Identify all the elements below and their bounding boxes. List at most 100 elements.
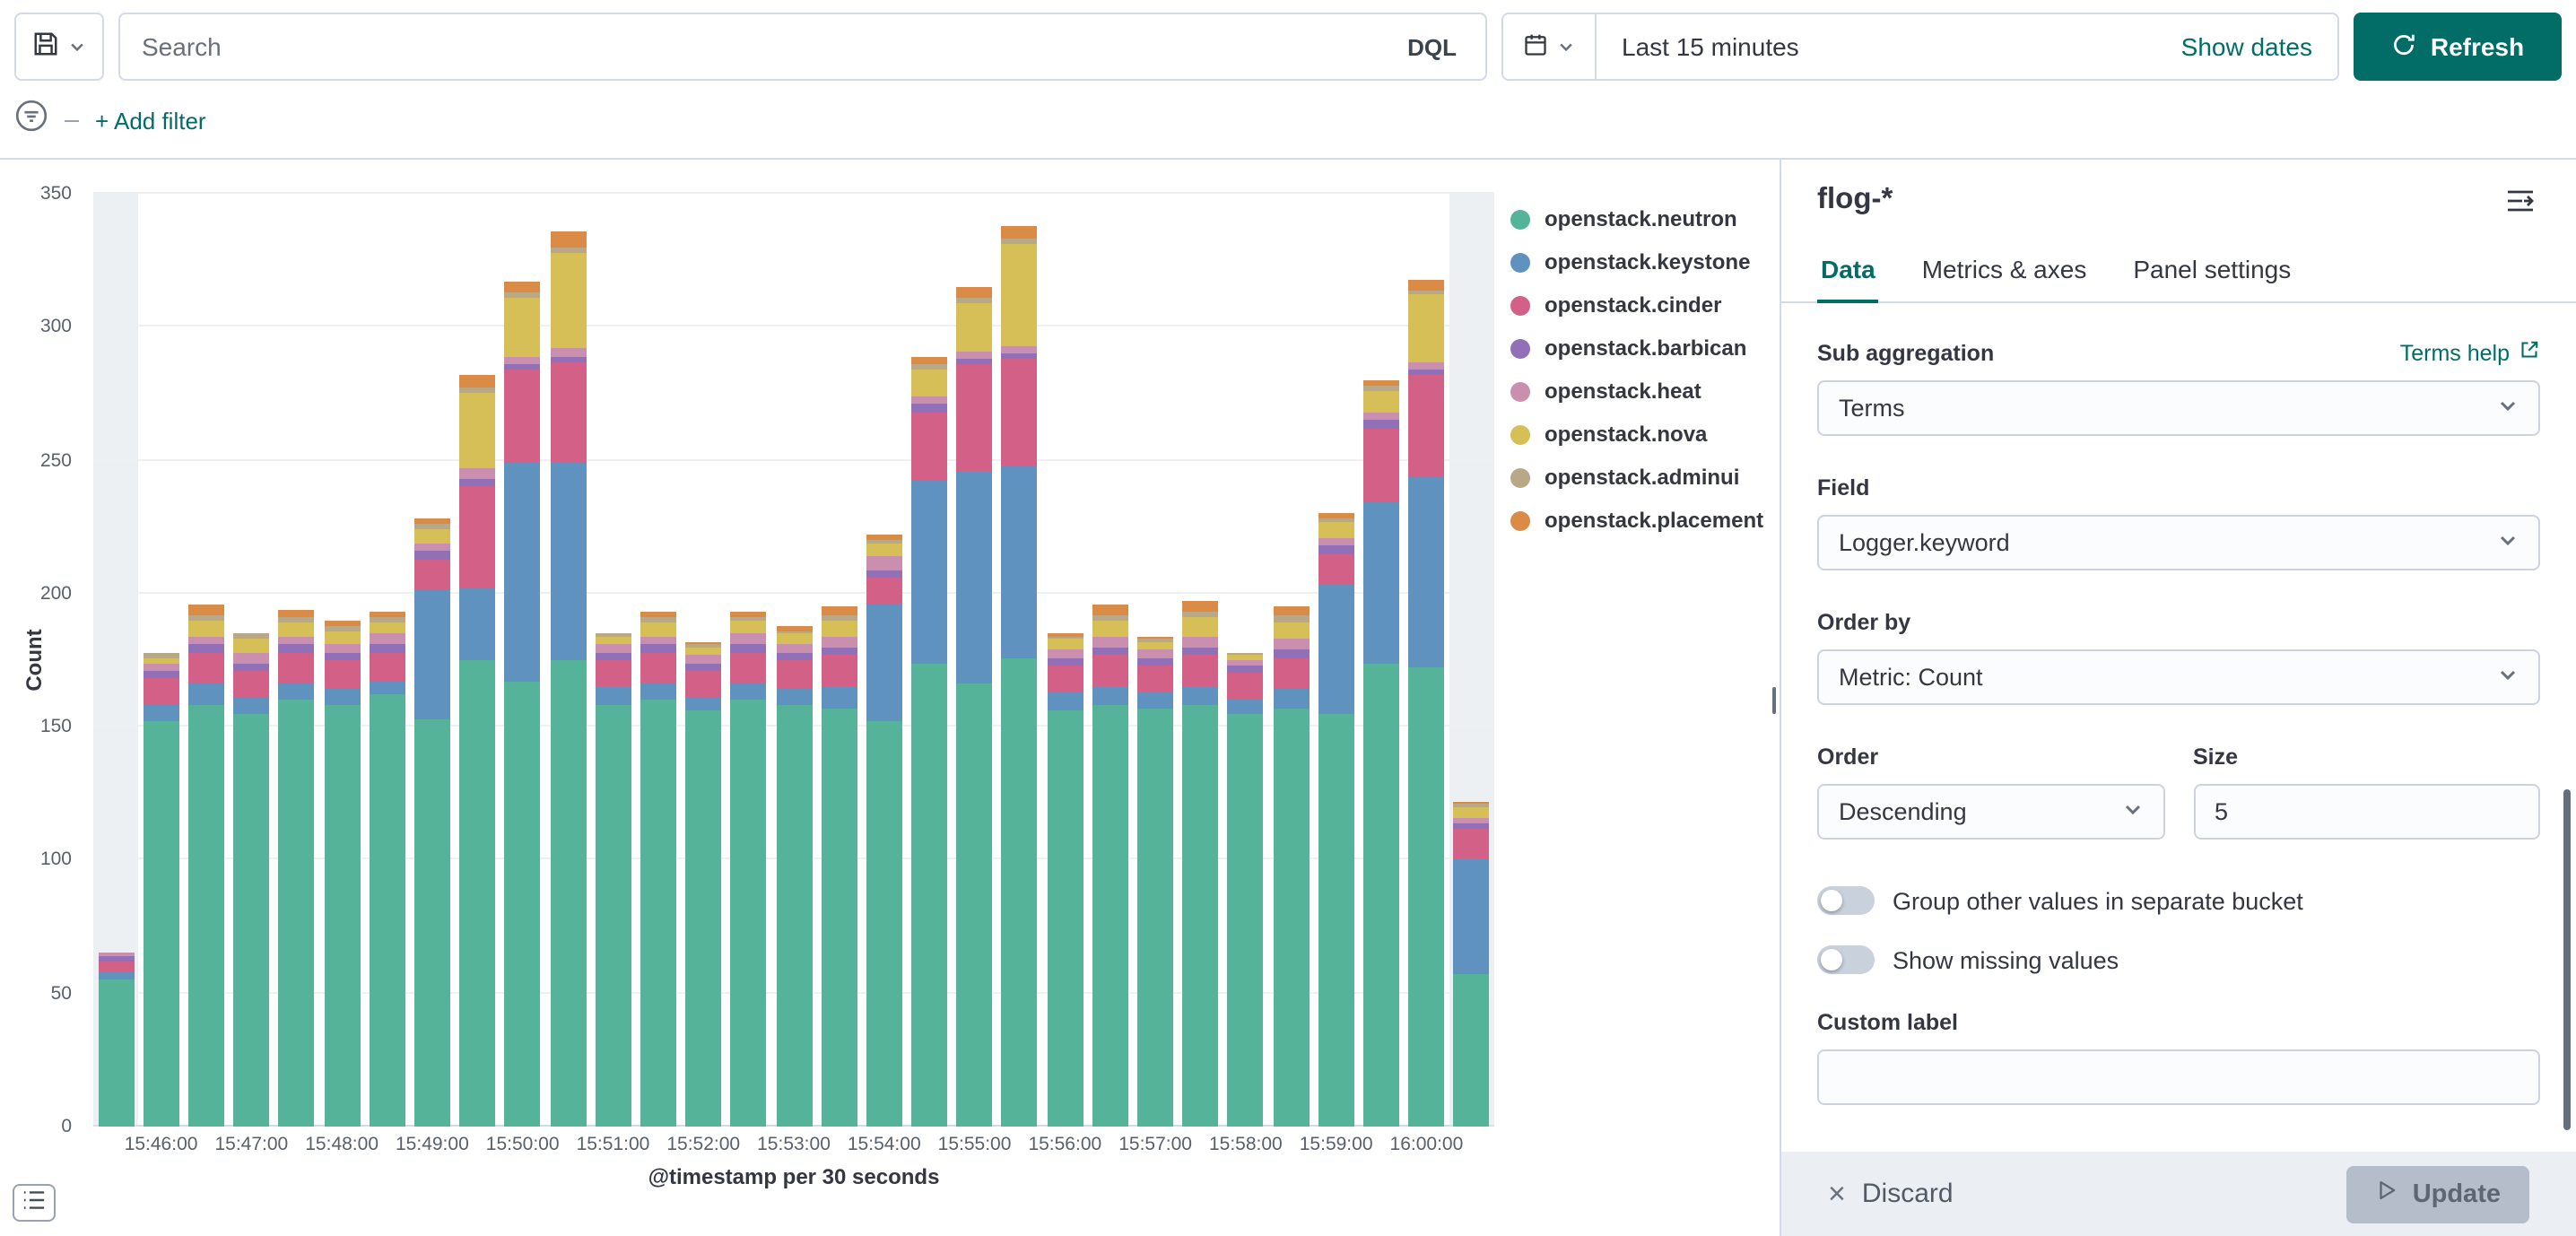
bar-segment[interactable] xyxy=(279,622,315,636)
bar-segment[interactable] xyxy=(414,529,450,543)
toggle-switch[interactable] xyxy=(1817,886,1875,915)
bar-segment[interactable] xyxy=(550,463,586,660)
bar-segment[interactable] xyxy=(640,613,676,618)
bar-segment[interactable] xyxy=(640,701,676,1127)
bar-segment[interactable] xyxy=(1182,618,1218,637)
bar-segment[interactable] xyxy=(1363,421,1399,429)
bar-segment[interactable] xyxy=(1318,545,1354,553)
bar-segment[interactable] xyxy=(1182,647,1218,655)
bar-segment[interactable] xyxy=(98,962,134,972)
bar-segment[interactable] xyxy=(1273,690,1309,709)
bar-segment[interactable] xyxy=(1363,503,1399,663)
bar-segment[interactable] xyxy=(279,610,315,618)
legend-item[interactable]: openstack.nova xyxy=(1510,413,1763,456)
bar-segment[interactable] xyxy=(1092,655,1128,687)
bar-segment[interactable] xyxy=(776,652,812,660)
bar-segment[interactable] xyxy=(324,690,360,706)
bar-segment[interactable] xyxy=(370,652,405,682)
order-select[interactable]: Descending xyxy=(1817,784,2164,840)
bar-segment[interactable] xyxy=(1002,353,1038,359)
bar-segment[interactable] xyxy=(1228,701,1264,714)
bar-segment[interactable] xyxy=(1408,375,1444,476)
bar-segment[interactable] xyxy=(731,684,767,701)
legend-toggle-button[interactable] xyxy=(13,1184,56,1222)
bar-segment[interactable] xyxy=(279,636,315,644)
bar-segment[interactable] xyxy=(1092,620,1128,636)
bar-segment[interactable] xyxy=(1047,692,1083,711)
bar-segment[interactable] xyxy=(505,463,541,682)
bar-segment[interactable] xyxy=(144,657,179,663)
bar-segment[interactable] xyxy=(370,695,405,1127)
bar-segment[interactable] xyxy=(370,617,405,622)
collapse-panel-button[interactable] xyxy=(2501,183,2540,219)
bar-segment[interactable] xyxy=(98,953,134,956)
size-input[interactable] xyxy=(2193,784,2540,840)
legend-item[interactable]: openstack.adminui xyxy=(1510,456,1763,499)
bar-segment[interactable] xyxy=(1182,636,1218,647)
bar-segment[interactable] xyxy=(1228,655,1264,660)
bar-segment[interactable] xyxy=(821,607,857,615)
bar-segment[interactable] xyxy=(957,298,993,303)
bar-segment[interactable] xyxy=(505,370,541,463)
bar-segment[interactable] xyxy=(1047,666,1083,692)
bar-segment[interactable] xyxy=(640,617,676,622)
bar-segment[interactable] xyxy=(188,684,224,706)
bar-segment[interactable] xyxy=(776,631,812,633)
bar-segment[interactable] xyxy=(1182,706,1218,1127)
bar-segment[interactable] xyxy=(1137,641,1173,649)
bar-segment[interactable] xyxy=(1137,709,1173,1127)
bar-segment[interactable] xyxy=(1092,636,1128,647)
bar-segment[interactable] xyxy=(776,660,812,690)
bar-segment[interactable] xyxy=(1228,713,1264,1127)
bar-segment[interactable] xyxy=(550,356,586,361)
bar-segment[interactable] xyxy=(505,282,541,292)
bar-segment[interactable] xyxy=(821,636,857,647)
bar-segment[interactable] xyxy=(505,292,541,298)
discard-button[interactable]: × Discard xyxy=(1828,1179,1954,1209)
bar-segment[interactable] xyxy=(1363,413,1399,421)
show-dates-button[interactable]: Show dates xyxy=(2181,32,2337,61)
legend-item[interactable]: openstack.placement xyxy=(1510,499,1763,542)
bar-segment[interactable] xyxy=(505,298,541,356)
bar-segment[interactable] xyxy=(505,356,541,364)
bar-segment[interactable] xyxy=(505,682,541,1127)
bar-segment[interactable] xyxy=(1318,519,1354,522)
tab-metrics-axes[interactable]: Metrics & axes xyxy=(1919,246,2091,301)
bar-segment[interactable] xyxy=(1002,466,1038,657)
bar-segment[interactable] xyxy=(459,388,495,394)
bar-segment[interactable] xyxy=(1408,279,1444,290)
bar-segment[interactable] xyxy=(866,721,902,1127)
bar-segment[interactable] xyxy=(1182,655,1218,687)
bar-segment[interactable] xyxy=(776,633,812,644)
bar-segment[interactable] xyxy=(550,252,586,348)
bar-segment[interactable] xyxy=(324,706,360,1127)
bar-segment[interactable] xyxy=(821,687,857,709)
bar-segment[interactable] xyxy=(640,684,676,701)
bar-segment[interactable] xyxy=(595,652,631,660)
bar-segment[interactable] xyxy=(595,660,631,687)
bar-segment[interactable] xyxy=(595,633,631,636)
bar-segment[interactable] xyxy=(911,370,947,396)
bar-segment[interactable] xyxy=(1182,602,1218,613)
bar-segment[interactable] xyxy=(370,682,405,695)
bar-segment[interactable] xyxy=(1318,537,1354,545)
bar-segment[interactable] xyxy=(459,375,495,388)
bar-segment[interactable] xyxy=(1228,652,1264,655)
bar-segment[interactable] xyxy=(1137,657,1173,666)
bar-segment[interactable] xyxy=(1137,666,1173,692)
bar-segment[interactable] xyxy=(1092,615,1128,621)
bar-segment[interactable] xyxy=(1454,804,1490,806)
bar-segment[interactable] xyxy=(595,706,631,1127)
bar-segment[interactable] xyxy=(370,622,405,633)
bar-segment[interactable] xyxy=(1228,660,1264,666)
bar-segment[interactable] xyxy=(1408,476,1444,668)
bar-segment[interactable] xyxy=(866,605,902,722)
bar-segment[interactable] xyxy=(866,535,902,540)
bar-segment[interactable] xyxy=(324,620,360,625)
bar-segment[interactable] xyxy=(414,519,450,525)
bar-segment[interactable] xyxy=(459,468,495,479)
bar-segment[interactable] xyxy=(685,655,721,663)
bar-segment[interactable] xyxy=(1454,817,1490,823)
search-input[interactable] xyxy=(120,14,1379,79)
bar-segment[interactable] xyxy=(595,636,631,644)
